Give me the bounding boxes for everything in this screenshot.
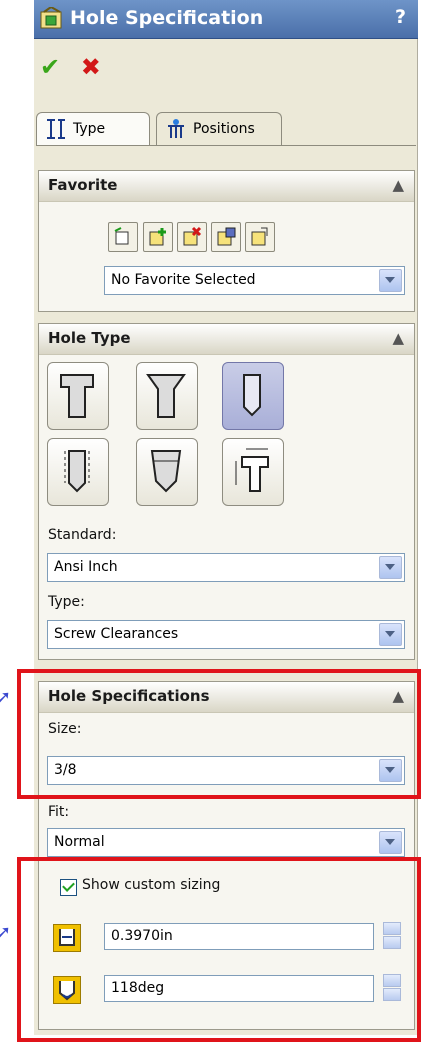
annotation-highlight-custom-sizing bbox=[17, 857, 421, 1042]
legacy-hole-icon bbox=[235, 448, 269, 492]
ok-button[interactable]: ✔ bbox=[40, 54, 66, 80]
hole-wizard-icon bbox=[40, 7, 62, 29]
standard-select-value: Ansi Inch bbox=[54, 559, 118, 575]
favorite-select-value: No Favorite Selected bbox=[111, 272, 256, 288]
favorite-header[interactable]: Favorite ▲ bbox=[39, 171, 414, 202]
fit-label: Fit: bbox=[48, 804, 70, 820]
save-favorite-icon bbox=[217, 227, 236, 246]
tapped-hole-icon bbox=[64, 450, 90, 493]
type-label: Type: bbox=[48, 594, 85, 610]
countersink-icon bbox=[146, 374, 186, 418]
cancel-button[interactable]: ✖ bbox=[81, 54, 107, 80]
tab-positions[interactable]: Positions bbox=[156, 112, 282, 145]
type-select[interactable]: Screw Clearances bbox=[47, 620, 405, 649]
favorite-title: Favorite bbox=[48, 176, 118, 194]
tab-divider bbox=[36, 145, 416, 146]
title-bar: Hole Specification ? bbox=[34, 0, 418, 39]
pipe-tap-icon bbox=[150, 450, 182, 493]
add-favorite-icon bbox=[149, 228, 166, 246]
pipe-tap-button[interactable] bbox=[136, 438, 198, 506]
type-tab-icon bbox=[47, 119, 65, 139]
annotation-arrow-icon: ➚ bbox=[0, 687, 12, 708]
delete-favorite-button[interactable] bbox=[177, 222, 207, 252]
collapse-chevron-icon[interactable]: ▲ bbox=[392, 176, 404, 194]
chevron-down-icon[interactable] bbox=[379, 623, 402, 646]
tab-type-label: Type bbox=[73, 121, 106, 137]
counterbore-icon bbox=[60, 374, 94, 418]
counterbore-button[interactable] bbox=[47, 362, 109, 430]
load-favorite-button[interactable] bbox=[245, 222, 275, 252]
action-row: ✔ ✖ bbox=[40, 54, 117, 80]
positions-tab-icon bbox=[168, 119, 184, 138]
fit-select-value: Normal bbox=[54, 834, 105, 850]
add-favorite-button[interactable] bbox=[143, 222, 173, 252]
standard-label: Standard: bbox=[48, 527, 117, 543]
collapse-chevron-icon[interactable]: ▲ bbox=[392, 329, 404, 347]
hole-type-title: Hole Type bbox=[48, 329, 131, 347]
apply-defaults-icon bbox=[114, 227, 129, 245]
delete-favorite-icon bbox=[183, 226, 202, 246]
save-favorite-button[interactable] bbox=[211, 222, 241, 252]
load-favorite-icon bbox=[251, 227, 268, 246]
chevron-down-icon[interactable] bbox=[379, 556, 402, 579]
type-select-value: Screw Clearances bbox=[54, 626, 179, 642]
chevron-down-icon[interactable] bbox=[379, 831, 402, 854]
standard-select[interactable]: Ansi Inch bbox=[47, 553, 405, 582]
annotation-arrow-icon: ➚ bbox=[0, 922, 12, 943]
tap-button[interactable] bbox=[47, 438, 109, 506]
window-title: Hole Specification bbox=[70, 7, 264, 29]
simple-hole-icon bbox=[243, 374, 261, 417]
legacy-hole-button[interactable] bbox=[222, 438, 284, 506]
favorite-select[interactable]: No Favorite Selected bbox=[104, 266, 405, 295]
countersink-button[interactable] bbox=[136, 362, 198, 430]
hole-button[interactable] bbox=[222, 362, 284, 430]
annotation-highlight-size bbox=[17, 669, 421, 799]
apply-defaults-button[interactable] bbox=[108, 222, 138, 252]
tab-type[interactable]: Type bbox=[36, 112, 150, 145]
chevron-down-icon[interactable] bbox=[379, 269, 402, 292]
tab-positions-label: Positions bbox=[193, 121, 255, 137]
help-button[interactable]: ? bbox=[395, 6, 406, 28]
fit-select[interactable]: Normal bbox=[47, 828, 405, 857]
hole-type-header[interactable]: Hole Type ▲ bbox=[39, 324, 414, 355]
